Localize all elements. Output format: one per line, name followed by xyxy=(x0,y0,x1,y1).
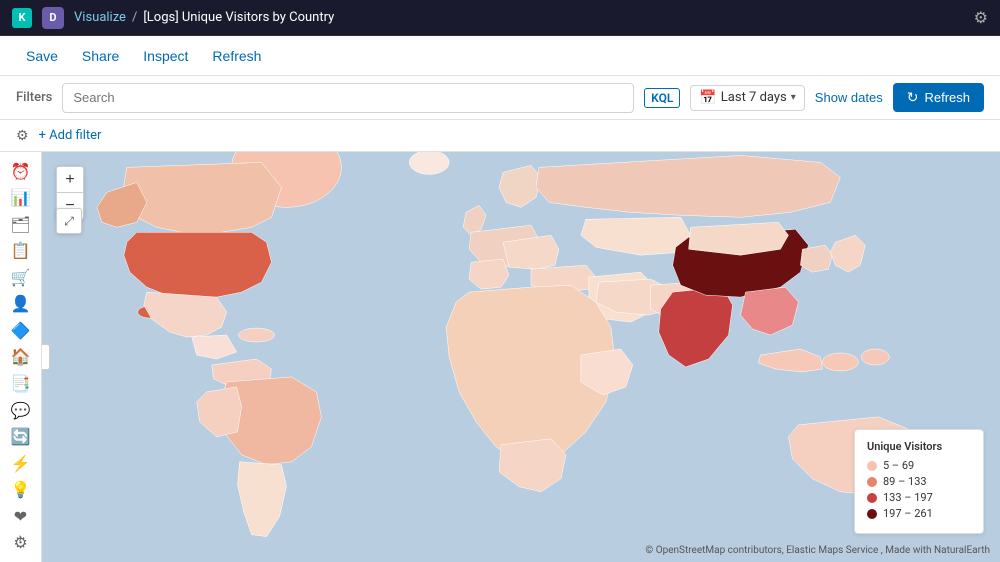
sidebar-item-bolt[interactable]: ⚡ xyxy=(5,452,37,475)
legend-item-3: 133 – 197 xyxy=(867,491,971,504)
sidebar-item-folder[interactable]: 🗂 xyxy=(5,213,37,236)
expand-button[interactable]: ⤢ xyxy=(56,208,82,234)
sidebar-collapse-button[interactable]: › xyxy=(5,522,37,554)
sidebar-item-clock[interactable]: ⏰ xyxy=(5,160,37,183)
map-attribution: © OpenStreetMap contributors, Elastic Ma… xyxy=(645,545,990,556)
sidebar-item-list[interactable]: 📋 xyxy=(5,240,37,263)
show-dates-button[interactable]: Show dates xyxy=(815,90,883,105)
legend-item-1: 5 – 69 xyxy=(867,459,971,472)
breadcrumb-visualize[interactable]: Visualize xyxy=(74,10,126,25)
sidebar-toggle-arrow[interactable]: ‹ xyxy=(42,344,50,370)
kql-badge[interactable]: KQL xyxy=(644,88,680,108)
inspect-button[interactable]: Inspect xyxy=(133,44,198,68)
sidebar-item-home[interactable]: 🏠 xyxy=(5,346,37,369)
sidebar: ⏰ 📊 🗂 📋 🛒 👤 🔷 🏠 📑 💬 🔄 ⚡ 💡 ❤ ⚙ › xyxy=(0,152,42,562)
save-button[interactable]: Save xyxy=(16,44,68,68)
zoom-in-button[interactable]: + xyxy=(57,167,83,193)
kibana-logo: K xyxy=(12,8,32,28)
add-filter-bar: ⚙ + Add filter xyxy=(0,120,1000,152)
sidebar-item-chat[interactable]: 💬 xyxy=(5,399,37,422)
share-button[interactable]: Share xyxy=(72,44,129,68)
add-filter-button[interactable]: + Add filter xyxy=(39,128,102,143)
sidebar-item-chart[interactable]: 📊 xyxy=(5,187,37,210)
search-input[interactable] xyxy=(62,83,634,113)
filter-bar: Filters KQL 📅 Last 7 days ▾ Show dates ↻… xyxy=(0,76,1000,120)
filter-gear-icon[interactable]: ⚙ xyxy=(16,128,29,144)
refresh-button[interactable]: ↻ Refresh xyxy=(893,83,984,112)
refresh-icon: ↻ xyxy=(907,89,919,106)
sidebar-item-shapes[interactable]: 🔷 xyxy=(5,319,37,342)
main-layout: ⏰ 📊 🗂 📋 🛒 👤 🔷 🏠 📑 💬 🔄 ⚡ 💡 ❤ ⚙ › ‹ + − ⤢ xyxy=(0,152,1000,562)
sidebar-item-shop[interactable]: 🛒 xyxy=(5,266,37,289)
legend-item-2: 89 – 133 xyxy=(867,475,971,488)
filters-label: Filters xyxy=(16,90,52,105)
legend-item-4: 197 – 261 xyxy=(867,507,971,520)
legend-title: Unique Visitors xyxy=(867,440,971,453)
sidebar-item-refresh[interactable]: 🔄 xyxy=(5,425,37,448)
legend: Unique Visitors 5 – 69 89 – 133 133 – 19… xyxy=(854,429,984,534)
date-range-text: Last 7 days xyxy=(721,90,787,105)
secondary-bar: Save Share Inspect Refresh xyxy=(0,36,1000,76)
chevron-down-icon: ▾ xyxy=(791,92,796,103)
map-area: ‹ + − ⤢ xyxy=(42,152,1000,562)
breadcrumb: Visualize / [Logs] Unique Visitors by Co… xyxy=(74,10,334,25)
date-picker[interactable]: 📅 Last 7 days ▾ xyxy=(690,85,804,111)
top-bar: K D Visualize / [Logs] Unique Visitors b… xyxy=(0,0,1000,36)
sidebar-item-user[interactable]: 👤 xyxy=(5,293,37,316)
sidebar-item-bulb[interactable]: 💡 xyxy=(5,478,37,501)
gear-icon[interactable]: ⚙ xyxy=(974,8,988,27)
calendar-icon: 📅 xyxy=(699,90,716,106)
app-icon: D xyxy=(42,7,64,29)
breadcrumb-title: [Logs] Unique Visitors by Country xyxy=(143,10,334,25)
refresh-secondary-button[interactable]: Refresh xyxy=(202,44,271,68)
sidebar-item-docs[interactable]: 📑 xyxy=(5,372,37,395)
